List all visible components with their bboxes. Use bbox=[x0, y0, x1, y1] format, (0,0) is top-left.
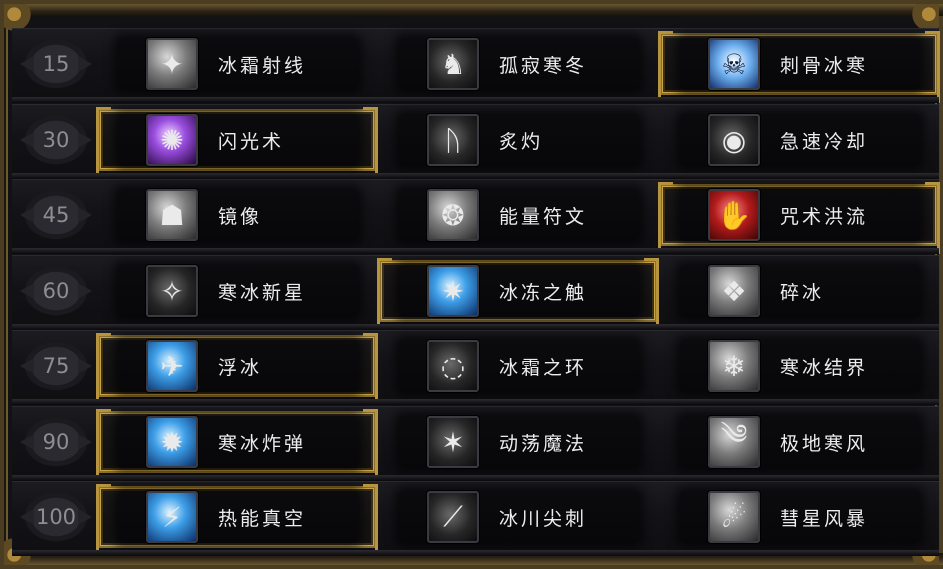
talent-button[interactable]: ☄ 彗星风暴 bbox=[660, 486, 938, 548]
cooldown-icon: ◉ bbox=[708, 114, 760, 166]
talent-button[interactable]: ✈ 浮冰 bbox=[96, 333, 378, 405]
talent-tier-row: 60 ✧ 寒冰新星 ✷ 冰冻之触 ❖ 碎冰 bbox=[12, 255, 939, 330]
talent-button[interactable]: ༄ 极地寒风 bbox=[660, 411, 938, 473]
talent-name: 冰霜之环 bbox=[499, 356, 588, 379]
incanters-flow-icon: ✋ bbox=[708, 189, 760, 241]
talent-name: 孤寂寒冬 bbox=[499, 54, 588, 77]
ring-of-frost-icon: ◌ bbox=[427, 340, 479, 392]
talent-button[interactable]: ♞ 孤寂寒冬 bbox=[379, 33, 657, 95]
tier-level-badge: 100 bbox=[20, 489, 92, 545]
talent-button[interactable]: ⟋ 冰川尖刺 bbox=[379, 486, 657, 548]
talent-name: 炙灼 bbox=[499, 130, 544, 153]
talent-button[interactable]: ✋ 咒术洪流 bbox=[658, 182, 940, 254]
ice-ward-icon: ❄ bbox=[708, 340, 760, 392]
talent-window: 15 ✦ 冰霜射线 ♞ 孤寂寒冬 ☠ 刺骨冰寒 30 ✺ 闪光术 ᚢ 炙灼 ◉ 急速冷却 45 ☗ 镜像 ❂ 能量符… bbox=[0, 0, 943, 569]
arctic-gale-icon: ༄ bbox=[708, 416, 760, 468]
ice-nova-icon: ✧ bbox=[146, 265, 198, 317]
bone-chilling-icon: ☠ bbox=[708, 38, 760, 90]
talent-name: 动荡魔法 bbox=[499, 432, 588, 455]
talent-button[interactable]: ❖ 碎冰 bbox=[660, 260, 938, 322]
talent-button[interactable]: ☠ 刺骨冰寒 bbox=[658, 31, 940, 103]
talent-button[interactable]: ❄ 寒冰结界 bbox=[660, 335, 938, 397]
talent-button[interactable]: ✺ 闪光术 bbox=[96, 107, 378, 179]
talent-name: 冰霜射线 bbox=[218, 54, 307, 77]
talent-name: 寒冰新星 bbox=[218, 281, 307, 304]
talent-name: 冰川尖刺 bbox=[499, 507, 588, 530]
talent-name: 寒冰结界 bbox=[780, 356, 869, 379]
talent-name: 极地寒风 bbox=[780, 432, 869, 455]
talent-button[interactable]: ✷ 冰冻之触 bbox=[377, 258, 659, 330]
talent-name: 镜像 bbox=[218, 205, 263, 228]
tier-level-badge: 90 bbox=[20, 414, 92, 470]
talent-name: 刺骨冰寒 bbox=[780, 54, 869, 77]
talent-name: 彗星风暴 bbox=[780, 507, 869, 530]
talent-name: 闪光术 bbox=[218, 130, 285, 153]
talent-button[interactable]: ◌ 冰霜之环 bbox=[379, 335, 657, 397]
tier-level-badge: 30 bbox=[20, 112, 92, 168]
unstable-magic-icon: ✶ bbox=[427, 416, 479, 468]
ice-floes-icon: ✈ bbox=[146, 340, 198, 392]
talent-button[interactable]: ❂ 能量符文 bbox=[379, 184, 657, 246]
talent-tier-row: 30 ✺ 闪光术 ᚢ 炙灼 ◉ 急速冷却 bbox=[12, 104, 939, 179]
tier-level-badge: 60 bbox=[20, 263, 92, 319]
talent-rows: 15 ✦ 冰霜射线 ♞ 孤寂寒冬 ☠ 刺骨冰寒 30 ✺ 闪光术 ᚢ 炙灼 ◉ 急速冷却 45 ☗ 镜像 ❂ 能量符… bbox=[12, 28, 940, 556]
talent-button[interactable]: ☗ 镜像 bbox=[98, 184, 376, 246]
talent-button[interactable]: ✦ 冰霜射线 bbox=[98, 33, 376, 95]
talent-name: 能量符文 bbox=[499, 205, 588, 228]
tier-level-badge: 75 bbox=[20, 338, 92, 394]
talent-button[interactable]: ✹ 寒冰炸弹 bbox=[96, 409, 378, 481]
tier-level-badge: 45 bbox=[20, 187, 92, 243]
talent-tier-row: 15 ✦ 冰霜射线 ♞ 孤寂寒冬 ☠ 刺骨冰寒 bbox=[12, 28, 940, 103]
frame-top-border bbox=[4, 4, 943, 16]
talent-button[interactable]: ✧ 寒冰新星 bbox=[98, 260, 376, 322]
comet-storm-icon: ☄ bbox=[708, 491, 760, 543]
rune-of-power-icon: ❂ bbox=[427, 189, 479, 241]
talent-name: 浮冰 bbox=[218, 356, 263, 379]
frost-bomb-icon: ✹ bbox=[146, 416, 198, 468]
tier-level-badge: 15 bbox=[20, 36, 92, 92]
talent-tier-row: 100 ⚡ 热能真空 ⟋ 冰川尖刺 ☄ 彗星风暴 bbox=[12, 481, 939, 556]
talent-button[interactable]: ⚡ 热能真空 bbox=[96, 484, 378, 556]
talent-name: 咒术洪流 bbox=[780, 205, 869, 228]
thermal-void-icon: ⚡ bbox=[146, 491, 198, 543]
shimmer-icon: ✺ bbox=[146, 114, 198, 166]
talent-name: 寒冰炸弹 bbox=[218, 432, 307, 455]
mirror-image-icon: ☗ bbox=[146, 189, 198, 241]
talent-name: 冰冻之触 bbox=[499, 281, 588, 304]
talent-button[interactable]: ◉ 急速冷却 bbox=[660, 109, 938, 171]
talent-tier-row: 75 ✈ 浮冰 ◌ 冰霜之环 ❄ 寒冰结界 bbox=[12, 330, 939, 405]
splitting-ice-icon: ❖ bbox=[708, 265, 760, 317]
talent-name: 急速冷却 bbox=[780, 130, 869, 153]
talent-name: 碎冰 bbox=[780, 281, 825, 304]
talent-tier-row: 90 ✹ 寒冰炸弹 ✶ 动荡魔法 ༄ 极地寒风 bbox=[12, 406, 939, 481]
lonely-winter-icon: ♞ bbox=[427, 38, 479, 90]
talent-tier-row: 45 ☗ 镜像 ❂ 能量符文 ✋ 咒术洪流 bbox=[12, 179, 940, 254]
talent-button[interactable]: ᚢ 炙灼 bbox=[379, 109, 657, 171]
glacial-spike-icon: ⟋ bbox=[427, 491, 479, 543]
mana-shield-icon: ᚢ bbox=[427, 114, 479, 166]
frost-ray-icon: ✦ bbox=[146, 38, 198, 90]
talent-button[interactable]: ✶ 动荡魔法 bbox=[379, 411, 657, 473]
talent-name: 热能真空 bbox=[218, 507, 307, 530]
frozen-touch-icon: ✷ bbox=[427, 265, 479, 317]
